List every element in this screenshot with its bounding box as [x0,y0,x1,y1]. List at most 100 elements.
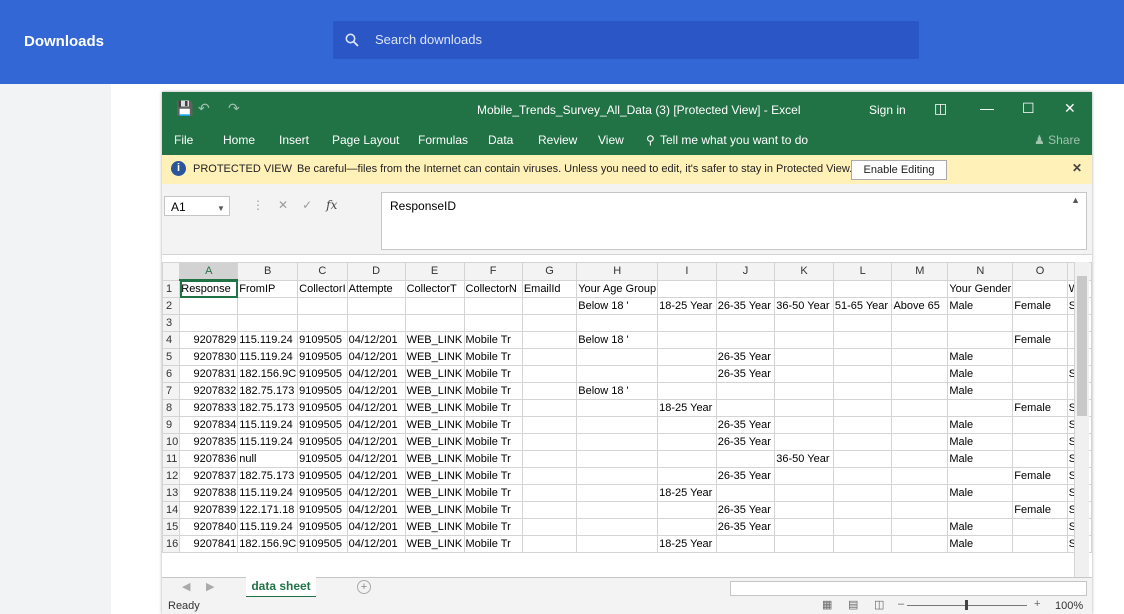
cell[interactable] [1012,535,1068,553]
cell[interactable]: 9207838 [179,484,239,502]
cell[interactable]: CollectorI [297,279,348,298]
cell[interactable] [1012,365,1068,383]
column-header-b[interactable]: B [237,262,299,281]
cell[interactable] [657,501,717,519]
cell[interactable]: 9109505 [297,348,348,366]
search-input[interactable]: Search downloads [375,32,482,47]
cell[interactable]: 26-35 Year [715,365,776,383]
close-icon[interactable]: ✕ [1072,161,1082,175]
cell[interactable]: 182.75.173 [237,399,299,417]
cell[interactable]: Mobile Tr [463,365,523,383]
select-all-corner[interactable] [161,262,181,281]
cell[interactable]: 36-50 Year [774,450,834,468]
cell[interactable]: 04/12/201 [346,467,406,485]
cell[interactable]: null [237,450,299,468]
column-header-a[interactable]: A [179,262,239,281]
cell[interactable]: 115.119.24 [237,484,299,502]
cell[interactable] [774,314,834,332]
normal-view-icon[interactable]: ▦ [822,598,832,611]
cell[interactable]: Below 18 ' [576,331,659,349]
cell[interactable] [891,399,949,417]
cell[interactable]: 182.75.173 [237,382,299,400]
cell[interactable] [657,331,717,349]
cell[interactable]: 04/12/201 [346,450,406,468]
cell[interactable]: 26-35 Year [715,433,776,451]
cell[interactable]: WEB_LINK [404,365,465,383]
cell[interactable]: WEB_LINK [404,535,465,553]
cell[interactable]: 122.171.18 [237,501,299,519]
cell[interactable]: Mobile Tr [463,535,523,553]
row-header[interactable]: 5 [161,348,181,366]
tab-page-layout[interactable]: Page Layout [332,133,399,147]
cell[interactable]: 9109505 [297,518,348,536]
cell[interactable] [576,450,659,468]
cell[interactable]: WEB_LINK [404,450,465,468]
cell[interactable] [297,314,348,332]
add-sheet-icon[interactable]: + [357,580,371,594]
cell[interactable]: Male [947,535,1014,553]
cell[interactable] [891,331,949,349]
cell[interactable] [657,433,717,451]
cell[interactable] [657,450,717,468]
cell[interactable] [404,297,465,315]
row-header[interactable]: 2 [161,297,181,315]
cell[interactable]: 9207836 [179,450,239,468]
cell[interactable] [891,433,949,451]
cell[interactable] [832,416,893,434]
cell[interactable] [774,433,834,451]
tab-data[interactable]: Data [488,133,513,147]
cell[interactable] [576,501,659,519]
cell[interactable]: 9109505 [297,331,348,349]
cell[interactable]: Mobile Tr [463,416,523,434]
cell[interactable] [576,365,659,383]
cell[interactable]: Mobile Tr [463,399,523,417]
tell-me-input[interactable]: Tell me what you want to do [660,133,808,147]
cell[interactable] [832,348,893,366]
cell[interactable]: Mobile Tr [463,331,523,349]
tab-review[interactable]: Review [538,133,577,147]
cell[interactable] [1012,484,1068,502]
spreadsheet-grid[interactable]: ABCDEFGHIJKLMNOP 1ResponseFromIPCollecto… [161,262,1092,577]
cell[interactable] [576,484,659,502]
chevron-down-icon[interactable]: ▼ [217,199,225,219]
cell[interactable] [521,450,578,468]
cell[interactable]: 9207837 [179,467,239,485]
row-header[interactable]: 7 [161,382,181,400]
row-header[interactable]: 1 [161,279,181,298]
cell[interactable]: 04/12/201 [346,382,406,400]
cell[interactable] [521,535,578,553]
cell[interactable]: FromIP [237,279,299,298]
cell[interactable]: 04/12/201 [346,399,406,417]
column-header-f[interactable]: F [463,262,523,281]
cell[interactable] [832,501,893,519]
cell[interactable]: Male [947,348,1014,366]
cell[interactable]: WEB_LINK [404,331,465,349]
cell[interactable]: 115.119.24 [237,331,299,349]
cell[interactable] [947,467,1014,485]
cell[interactable]: Attempte [346,279,406,298]
cell[interactable] [463,297,523,315]
cell[interactable]: Male [947,365,1014,383]
cell[interactable]: WEB_LINK [404,382,465,400]
cell[interactable] [1012,518,1068,536]
column-header-j[interactable]: J [715,262,776,281]
cell[interactable]: Female [1012,297,1068,315]
cell[interactable]: WEB_LINK [404,416,465,434]
minimize-icon[interactable]: — [980,100,994,116]
cell[interactable] [774,331,834,349]
cell[interactable]: 18-25 Year [657,484,717,502]
cell[interactable] [657,518,717,536]
cell[interactable]: 115.119.24 [237,416,299,434]
cell[interactable]: 9207833 [179,399,239,417]
redo-icon[interactable]: ↷ [228,100,240,117]
cell[interactable]: EmailId [521,279,578,298]
cell[interactable]: Female [1012,331,1068,349]
cell[interactable]: WEB_LINK [404,399,465,417]
cell[interactable] [715,279,776,298]
cell[interactable] [521,331,578,349]
sign-in-link[interactable]: Sign in [869,103,906,117]
cell[interactable]: Male [947,433,1014,451]
cell[interactable] [891,365,949,383]
cell[interactable]: 04/12/201 [346,501,406,519]
chevron-up-icon[interactable]: ▲ [1071,195,1080,205]
